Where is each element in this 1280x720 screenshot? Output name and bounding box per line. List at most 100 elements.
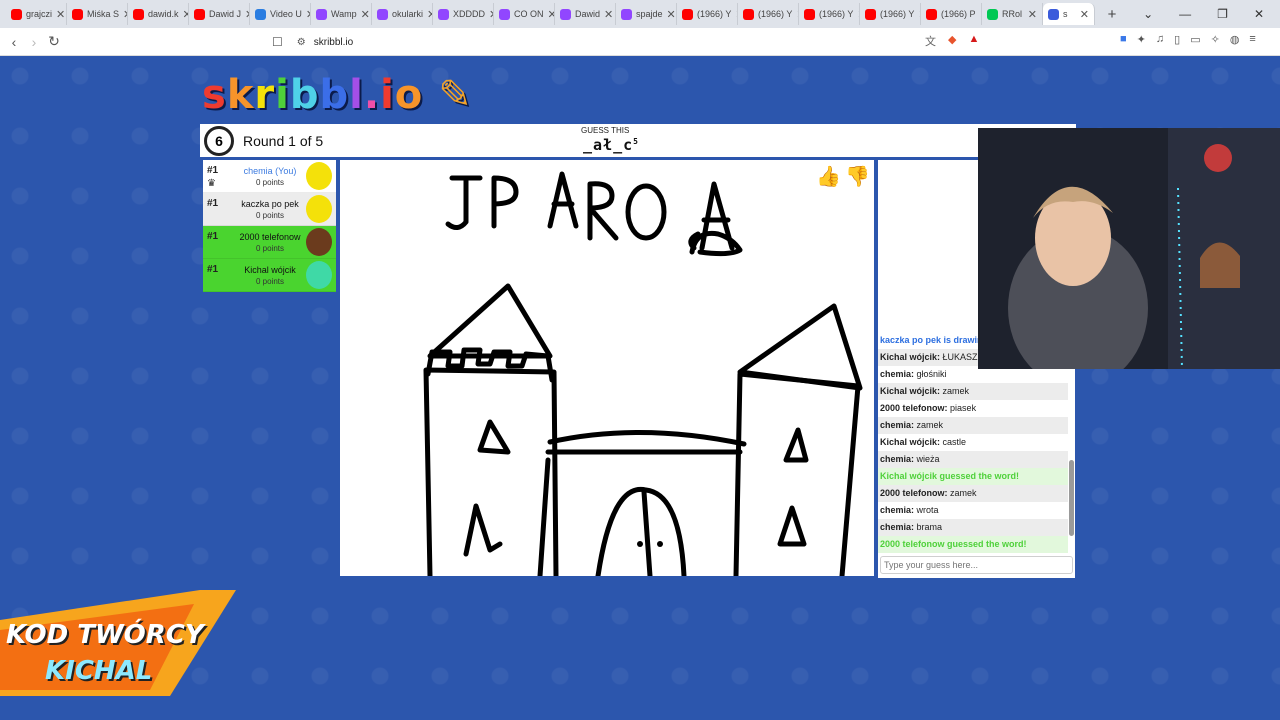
browser-tab[interactable]: (1966) Y✕: [677, 3, 738, 25]
music-icon[interactable]: ♫: [1156, 33, 1164, 46]
guess-input[interactable]: [880, 556, 1073, 574]
drawing-canvas[interactable]: 👍 👎: [340, 160, 874, 576]
thumbs-down-icon[interactable]: 👎: [845, 164, 870, 189]
browser-tab[interactable]: dawid.k✕: [128, 3, 189, 25]
close-window-icon[interactable]: ✕: [1254, 7, 1264, 21]
player-rank: #1: [207, 165, 219, 176]
player-points: 0 points: [255, 244, 285, 253]
browser-tab[interactable]: Dawid ✕: [555, 3, 616, 25]
chat-author: chemia:: [880, 369, 915, 379]
back-icon[interactable]: ‹: [4, 34, 24, 50]
logo-letter: .: [363, 72, 381, 118]
tab-list: grajczi✕Miśka S✕dawid.k✕Dawid J✕Video U✕…: [6, 3, 1043, 25]
site-info-icon[interactable]: ⚙: [297, 37, 306, 48]
castle-gate: [595, 486, 687, 576]
puzzle-icon[interactable]: ✦: [1137, 33, 1146, 46]
new-tab-button[interactable]: +: [1101, 6, 1123, 23]
skribbl-logo: skribbl.io ✎: [202, 72, 473, 118]
leo-icon[interactable]: ✧: [1211, 33, 1220, 46]
tab-favicon-icon: [255, 8, 266, 20]
url-box[interactable]: ☐ ⚙ skribbl.io: [272, 32, 1002, 52]
chat-author: Kichal wójcik:: [880, 352, 941, 362]
tab-label: Wamp: [331, 9, 357, 19]
browser-tab[interactable]: Wamp ✕: [311, 3, 372, 25]
address-bar-row: ‹ › ↻ ☐ ⚙ skribbl.io 文 ◆ ▲ ■ ✦ ♫ ▯ ▭ ✧ ◍…: [0, 28, 1280, 56]
browser-tab-bar: grajczi✕Miśka S✕dawid.k✕Dawid J✕Video U✕…: [0, 0, 1280, 28]
browser-tab[interactable]: spajde ✕: [616, 3, 677, 25]
url-text[interactable]: skribbl.io: [314, 37, 353, 48]
chat-text: 2000 telefonow guessed the word!: [880, 539, 1027, 549]
browser-tab[interactable]: okularki✕: [372, 3, 433, 25]
close-tab-icon[interactable]: ✕: [667, 8, 676, 21]
timer-value: 6: [215, 133, 223, 149]
minimize-icon[interactable]: —: [1179, 7, 1191, 21]
chat-message: chemia: wieża: [878, 451, 1068, 468]
player-row[interactable]: #1 chemia (You) 0 points ♛: [203, 160, 336, 193]
player-row[interactable]: #1 2000 telefonow 0 points: [203, 226, 336, 259]
close-tab-icon[interactable]: ✕: [56, 8, 65, 21]
extension-icon[interactable]: ■: [1120, 33, 1127, 46]
sidebar-icon[interactable]: ▯: [1174, 33, 1180, 46]
forward-icon[interactable]: ›: [24, 34, 44, 50]
browser-tab[interactable]: RRol ✕: [982, 3, 1043, 25]
player-row[interactable]: #1 Kichal wójcik 0 points: [203, 259, 336, 292]
close-tab-icon[interactable]: ✕: [548, 8, 554, 21]
chat-message: chemia: wrota: [878, 502, 1068, 519]
vpn-icon[interactable]: ◍: [1230, 33, 1240, 46]
browser-tab[interactable]: Miśka S✕: [67, 3, 128, 25]
brave-rewards-icon[interactable]: ▲: [968, 33, 979, 49]
webcam-overlay: [978, 128, 1280, 369]
player-avatar: [306, 195, 332, 223]
tab-search-icon[interactable]: ⌄: [1143, 7, 1153, 21]
tab-label: Dawid: [575, 9, 601, 19]
restore-icon[interactable]: ❐: [1217, 7, 1228, 21]
active-tab[interactable]: s ✕: [1043, 3, 1095, 25]
gate-knob-left: [637, 541, 643, 547]
wallet-icon[interactable]: ▭: [1190, 33, 1200, 46]
reload-icon[interactable]: ↻: [44, 33, 64, 50]
thumbs-up-icon[interactable]: 👍: [816, 164, 841, 189]
player-name: kaczka po pek: [241, 199, 299, 209]
chat-text: Kichal wójcik guessed the word!: [880, 471, 1020, 481]
chat-text: ŁUKASZ: [942, 352, 978, 362]
chat-author: 2000 telefonow:: [880, 403, 948, 413]
player-points: 0 points: [255, 211, 285, 220]
tab-favicon-icon: [743, 8, 754, 20]
timer-clock: 6: [204, 126, 234, 156]
menu-icon[interactable]: ≡: [1249, 33, 1255, 46]
close-tab-icon[interactable]: ✕: [1028, 8, 1037, 21]
chat-message: chemia: brama: [878, 519, 1068, 536]
close-tab-icon[interactable]: ✕: [361, 8, 370, 21]
crown-icon: ♛: [207, 178, 216, 189]
chat-text: zamek: [916, 420, 944, 430]
bookmark-icon[interactable]: ☐: [272, 35, 283, 49]
browser-tab[interactable]: Video U✕: [250, 3, 311, 25]
browser-tab[interactable]: grajczi ✕: [6, 3, 67, 25]
chat-author: chemia:: [880, 522, 915, 532]
browser-tab[interactable]: CO ON ✕: [494, 3, 555, 25]
logo-letter: b: [289, 72, 320, 118]
chat-text: zamek: [942, 386, 970, 396]
logo-letter: b: [319, 72, 350, 118]
browser-tab[interactable]: (1966) P✕: [921, 3, 982, 25]
translate-icon[interactable]: 文: [925, 33, 936, 49]
guess-title: GUESS THIS: [581, 126, 630, 135]
brave-shield-icon[interactable]: ◆: [948, 33, 956, 49]
chat-text: castle: [942, 437, 967, 447]
close-tab-icon[interactable]: ✕: [1080, 8, 1089, 21]
browser-tab[interactable]: XDDDD✕: [433, 3, 494, 25]
tab-label: Dawid J: [209, 9, 242, 19]
tab-favicon-icon: [377, 8, 388, 20]
logo-letter: l: [349, 72, 364, 118]
player-row[interactable]: #1 kaczka po pek 0 points: [203, 193, 336, 226]
chat-scrollbar[interactable]: [1069, 460, 1074, 536]
browser-tab[interactable]: Dawid J✕: [189, 3, 250, 25]
tab-label: Video U: [270, 9, 302, 19]
drawn-letter-r: [587, 181, 619, 241]
logo-letter: o: [394, 72, 424, 118]
tab-favicon-icon: [987, 8, 998, 20]
browser-tab[interactable]: (1966) Y✕: [799, 3, 860, 25]
browser-tab[interactable]: (1966) Y✕: [860, 3, 921, 25]
close-tab-icon[interactable]: ✕: [604, 8, 613, 21]
browser-tab[interactable]: (1966) Y✕: [738, 3, 799, 25]
